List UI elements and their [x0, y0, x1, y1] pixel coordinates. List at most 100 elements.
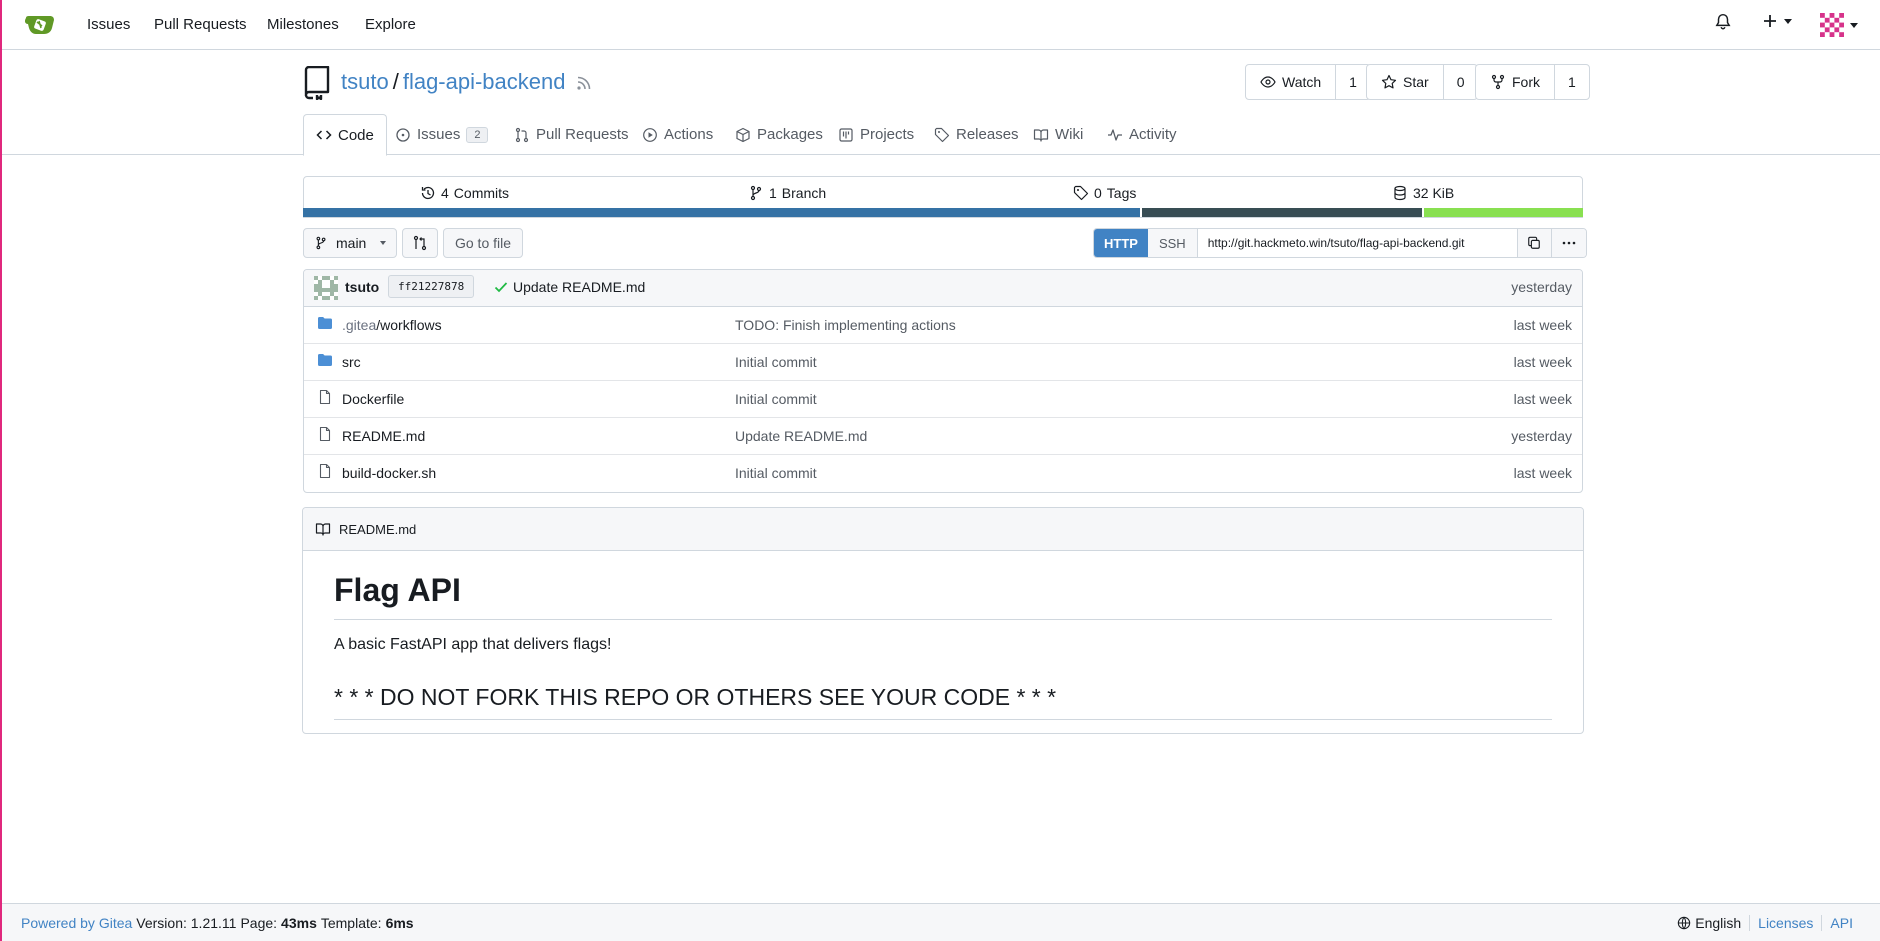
- star-button[interactable]: Star: [1367, 65, 1444, 99]
- user-avatar-dropdown[interactable]: [1820, 13, 1858, 37]
- file-commit-message[interactable]: Initial commit: [735, 354, 817, 370]
- go-to-file-button[interactable]: Go to file: [443, 228, 523, 258]
- star-count[interactable]: 0: [1444, 65, 1478, 99]
- file-commit-message[interactable]: TODO: Finish implementing actions: [735, 317, 956, 333]
- size-stat: 32 KiB: [1392, 185, 1454, 201]
- file-name-link[interactable]: src: [342, 354, 361, 370]
- repo-owner-link[interactable]: tsuto: [341, 69, 389, 95]
- file-row[interactable]: Dockerfile Initial commit last week: [304, 381, 1582, 418]
- file-icon: [317, 463, 333, 479]
- nav-explore[interactable]: Explore: [365, 16, 416, 33]
- copy-icon[interactable]: [1517, 229, 1552, 257]
- repo-name-link[interactable]: flag-api-backend: [403, 69, 566, 95]
- globe-icon: [1677, 916, 1691, 930]
- branch-selector[interactable]: main: [303, 228, 397, 258]
- language-bar[interactable]: [303, 208, 1583, 217]
- branches-label: Branch: [781, 185, 827, 201]
- star-button-group: Star 0: [1366, 64, 1479, 100]
- file-name-link[interactable]: README.md: [342, 428, 425, 444]
- kebab-menu-icon[interactable]: [1551, 229, 1586, 257]
- play-icon: [642, 127, 658, 143]
- tab-issues[interactable]: Issues 2: [395, 114, 489, 155]
- file-icon: [317, 426, 333, 442]
- folder-icon: [317, 352, 333, 368]
- file-row[interactable]: .gitea/workflows TODO: Finish implementi…: [304, 307, 1582, 344]
- commit-sha-button[interactable]: ff21227878: [388, 275, 475, 298]
- fork-count[interactable]: 1: [1555, 65, 1589, 99]
- bell-icon[interactable]: [1714, 13, 1732, 31]
- chevron-down-icon: [1784, 18, 1792, 24]
- clone-url-input[interactable]: http://git.hackmeto.win/tsuto/flag-api-b…: [1197, 229, 1518, 257]
- tab-activity[interactable]: Activity: [1107, 114, 1177, 155]
- file-name-link[interactable]: Dockerfile: [342, 391, 404, 407]
- file-row[interactable]: README.md Update README.md yesterday: [304, 418, 1582, 455]
- tab-pull-requests[interactable]: Pull Requests: [514, 114, 629, 155]
- issues-count-badge: 2: [466, 126, 489, 143]
- file-row[interactable]: build-docker.sh Initial commit last week: [304, 455, 1582, 492]
- commit-author-link[interactable]: tsuto: [345, 279, 379, 295]
- file-commit-message[interactable]: Update README.md: [735, 428, 867, 444]
- readme-heading: Flag API: [334, 572, 1552, 620]
- file-name-link[interactable]: .gitea/workflows: [342, 317, 442, 333]
- star-label: Star: [1403, 74, 1429, 90]
- tab-packages[interactable]: Packages: [735, 114, 823, 155]
- tab-label: Pull Requests: [536, 126, 629, 143]
- commits-count: 4: [441, 185, 449, 201]
- clone-http-button[interactable]: HTTP: [1094, 229, 1148, 257]
- tags-label: Tags: [1106, 185, 1137, 201]
- readme-filename-link[interactable]: README.md: [339, 522, 416, 537]
- language-bar-segment[interactable]: [303, 208, 1141, 217]
- eye-icon: [1260, 74, 1276, 90]
- nav-pull-requests[interactable]: Pull Requests: [154, 16, 247, 33]
- file-commit-time: last week: [1513, 465, 1572, 481]
- tab-wiki[interactable]: Wiki: [1033, 114, 1083, 155]
- language-bar-segment[interactable]: [1142, 208, 1422, 217]
- tab-label: Issues: [417, 126, 461, 143]
- compare-button[interactable]: [402, 228, 438, 258]
- watch-button[interactable]: Watch: [1246, 65, 1337, 99]
- file-name-link[interactable]: build-docker.sh: [342, 465, 436, 481]
- tab-code[interactable]: Code: [303, 114, 387, 156]
- book-icon: [1033, 127, 1049, 143]
- commits-label: Commits: [453, 185, 510, 201]
- powered-by-link[interactable]: Powered by Gitea: [21, 915, 132, 931]
- watch-button-group: Watch 1: [1245, 64, 1371, 100]
- watch-count[interactable]: 1: [1336, 65, 1370, 99]
- check-icon: [493, 279, 509, 295]
- clone-ssh-button[interactable]: SSH: [1147, 229, 1198, 257]
- nav-milestones[interactable]: Milestones: [267, 16, 339, 33]
- fork-button[interactable]: Fork: [1476, 65, 1555, 99]
- nav-issues[interactable]: Issues: [87, 16, 130, 33]
- clone-panel: HTTP SSH http://git.hackmeto.win/tsuto/f…: [1093, 228, 1587, 258]
- readme-paragraph: A basic FastAPI app that delivers flags!: [334, 636, 612, 653]
- repo-size: 32 KiB: [1413, 185, 1455, 201]
- language-bar-segment[interactable]: [1423, 208, 1583, 217]
- language-selector[interactable]: English: [1677, 915, 1741, 931]
- footer-links: English Licenses API: [1677, 915, 1853, 931]
- gitea-logo-icon[interactable]: [24, 12, 56, 36]
- file-row[interactable]: src Initial commit last week: [304, 344, 1582, 381]
- page-time: 43ms: [281, 915, 317, 931]
- repo-icon: [303, 66, 331, 100]
- book-icon: [315, 521, 331, 537]
- tab-releases[interactable]: Releases: [934, 114, 1019, 155]
- path-separator: /: [392, 69, 399, 94]
- file-commit-message[interactable]: Initial commit: [735, 391, 817, 407]
- tab-actions[interactable]: Actions: [642, 114, 713, 155]
- commit-message-link[interactable]: Update README.md: [513, 279, 645, 295]
- api-link[interactable]: API: [1830, 915, 1853, 931]
- create-new-dropdown[interactable]: [1762, 13, 1792, 29]
- tab-projects[interactable]: Projects: [838, 114, 914, 155]
- rss-icon[interactable]: [576, 75, 592, 91]
- folder-icon: [317, 315, 333, 331]
- author-avatar[interactable]: [314, 276, 338, 300]
- branches-stat[interactable]: 1 Branch: [748, 185, 826, 201]
- fork-button-group: Fork 1: [1475, 64, 1590, 100]
- file-commit-message[interactable]: Initial commit: [735, 465, 817, 481]
- tags-stat[interactable]: 0 Tags: [1073, 185, 1136, 201]
- chevron-down-icon: [1850, 22, 1858, 28]
- compare-icon: [412, 235, 428, 251]
- licenses-link[interactable]: Licenses: [1758, 915, 1813, 931]
- pull-request-icon: [514, 127, 530, 143]
- commits-stat[interactable]: 4 Commits: [420, 185, 509, 201]
